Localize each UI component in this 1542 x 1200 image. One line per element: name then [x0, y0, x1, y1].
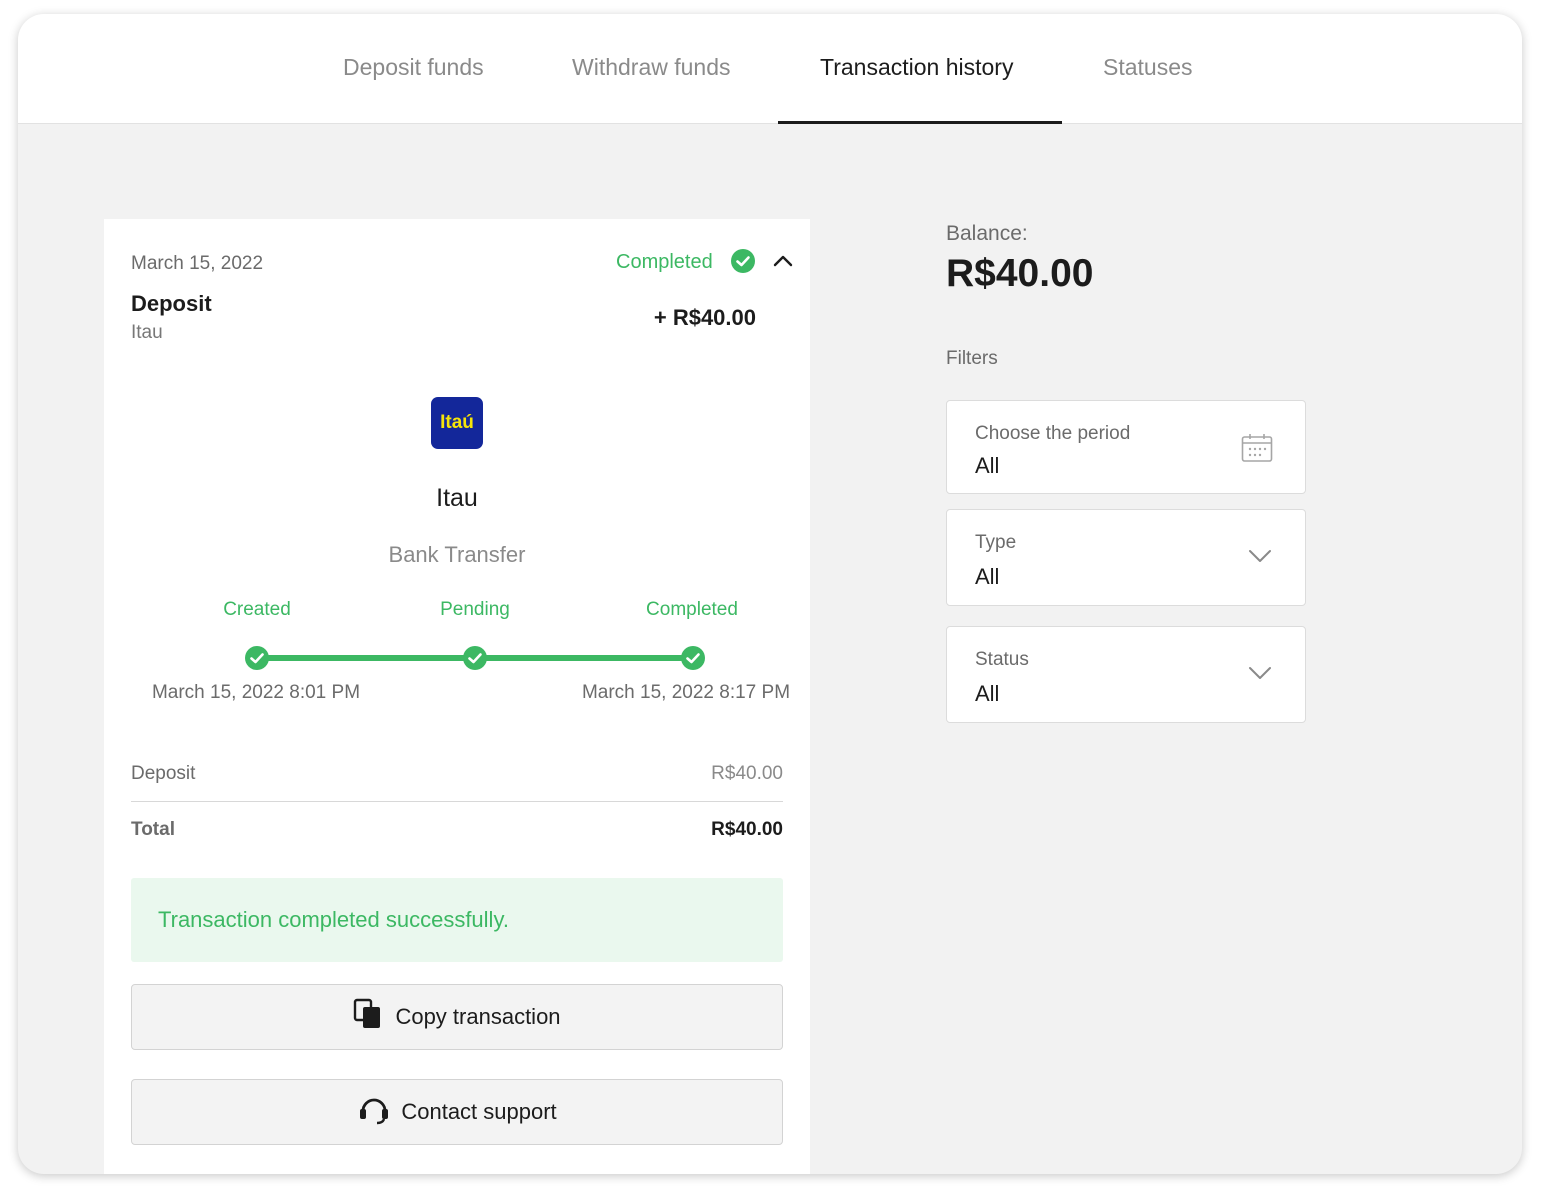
payment-method: Bank Transfer — [388, 542, 526, 567]
tab-bar: Deposit funds Withdraw funds Transaction… — [18, 14, 1522, 124]
success-message: Transaction completed successfully. — [158, 907, 509, 932]
filters-title: Filters — [946, 348, 998, 369]
step-label-created: Created — [223, 599, 291, 620]
tab-deposit-funds[interactable]: Deposit funds — [343, 54, 484, 81]
copy-transaction-button[interactable]: Copy transaction — [131, 984, 783, 1050]
transaction-date: March 15, 2022 — [131, 253, 264, 274]
tab-statuses[interactable]: Statuses — [1103, 54, 1193, 81]
bank-name: Itau — [436, 484, 478, 512]
active-tab-indicator — [778, 121, 1062, 124]
type-filter[interactable]: Type All — [946, 509, 1306, 606]
transaction-status: Completed — [616, 251, 713, 273]
step-time-completed: March 15, 2022 8:17 PM — [581, 682, 791, 703]
copy-icon — [353, 998, 385, 1036]
step-pending-check-icon — [463, 646, 487, 670]
step-label-completed: Completed — [646, 599, 738, 620]
step-time-created: March 15, 2022 8:01 PM — [151, 682, 361, 703]
transaction-card: March 15, 2022 Completed Deposit Itau + … — [104, 219, 810, 1174]
contact-support-button[interactable]: Contact support — [131, 1079, 783, 1145]
period-filter-caption: Choose the period — [975, 423, 1131, 444]
contact-support-label: Contact support — [401, 1099, 557, 1124]
chevron-up-icon[interactable] — [772, 253, 794, 274]
status-filter-caption: Status — [975, 649, 1029, 670]
status-filter[interactable]: Status All — [946, 626, 1306, 723]
transaction-provider: Itau — [131, 322, 163, 343]
balance-value: R$40.00 — [946, 252, 1094, 295]
transaction-amount: + R$40.00 — [653, 305, 756, 330]
type-filter-value: All — [975, 564, 1000, 589]
app-window: Deposit funds Withdraw funds Transaction… — [18, 14, 1522, 1174]
chevron-down-icon[interactable] — [1247, 665, 1273, 686]
total-row-label: Total — [131, 819, 175, 840]
deposit-row-label: Deposit — [131, 763, 196, 784]
check-circle-icon — [731, 249, 755, 273]
success-banner: Transaction completed successfully. — [131, 878, 783, 962]
copy-transaction-label: Copy transaction — [395, 1004, 561, 1029]
type-filter-caption: Type — [975, 532, 1017, 553]
calendar-icon[interactable] — [1241, 433, 1273, 468]
status-filter-value: All — [975, 681, 1000, 706]
deposit-row-value: R$40.00 — [711, 763, 783, 784]
total-row-value: R$40.00 — [711, 819, 783, 840]
tab-transaction-history[interactable]: Transaction history — [820, 54, 1013, 81]
step-completed-check-icon — [681, 646, 705, 670]
step-created-check-icon — [245, 646, 269, 670]
headset-icon — [357, 1092, 391, 1132]
balance-label: Balance: — [946, 222, 1028, 245]
tab-withdraw-funds[interactable]: Withdraw funds — [572, 54, 731, 81]
itau-logo: Itaú — [431, 397, 483, 449]
chevron-down-icon[interactable] — [1247, 548, 1273, 569]
step-label-pending: Pending — [440, 599, 510, 620]
transaction-type: Deposit — [131, 291, 212, 316]
period-filter-value: All — [975, 453, 1000, 478]
breakdown-divider — [131, 801, 783, 802]
period-filter[interactable]: Choose the period All — [946, 400, 1306, 494]
